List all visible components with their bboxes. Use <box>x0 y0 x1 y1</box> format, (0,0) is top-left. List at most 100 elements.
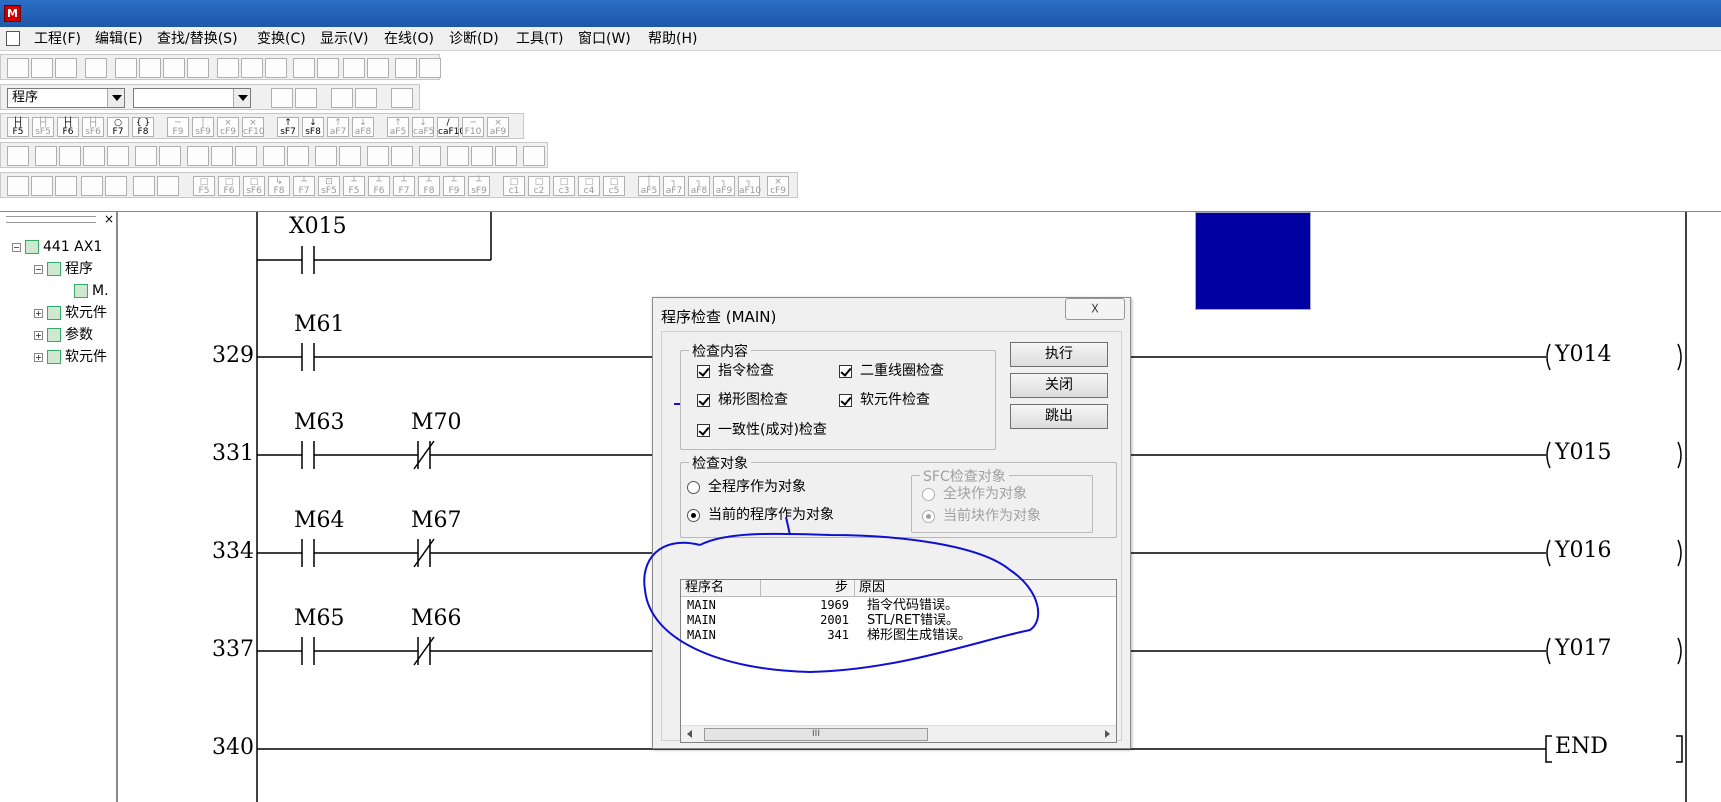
collapse-icon[interactable]: − <box>34 264 43 274</box>
close-button[interactable]: ☓ <box>1065 298 1125 320</box>
column-reason[interactable]: 原因 <box>855 580 1116 597</box>
radio-icon[interactable] <box>922 509 935 523</box>
sfc-key-c4[interactable]: □ c4 <box>578 176 600 196</box>
instruction-check-checkbox[interactable]: 指令检查 <box>697 363 774 379</box>
rising-pulse-key[interactable]: ↑ sF7 <box>277 117 299 137</box>
delete-vline-key[interactable]: × cF10 <box>242 117 265 137</box>
comment-edit-icon[interactable] <box>135 146 157 166</box>
sfc-key-cf9[interactable]: × cF9 <box>767 176 789 196</box>
sfc-error-icon[interactable] <box>55 176 77 196</box>
ladder-check-checkbox[interactable]: 梯形图检查 <box>697 392 788 408</box>
radio-icon[interactable] <box>687 508 700 522</box>
parallel-closed-key[interactable]: ├┤ sF6 <box>82 117 104 137</box>
convert-icon[interactable] <box>187 146 209 166</box>
vline-key[interactable]: │ sF9 <box>192 117 214 137</box>
expand-icon[interactable]: + <box>34 308 43 318</box>
instruction-key[interactable]: { } F8 <box>132 117 154 137</box>
menu-convert[interactable]: 变换(C) <box>257 30 306 48</box>
monitor-icon[interactable] <box>343 58 365 78</box>
find-icon[interactable] <box>217 58 239 78</box>
sfc-view-icon[interactable] <box>7 176 29 196</box>
sfc-key-8[interactable]: ┴ F6 <box>368 176 390 196</box>
alias-icon[interactable] <box>159 146 181 166</box>
sfc-step-icon[interactable] <box>81 176 103 196</box>
menu-edit[interactable]: 编辑(E) <box>95 30 143 48</box>
read-plc-icon[interactable] <box>317 58 339 78</box>
comment-icon[interactable] <box>331 88 353 108</box>
list-item[interactable]: MAIN 341 梯形图生成错误。 <box>681 628 1116 643</box>
data-type-select[interactable]: 程序 <box>7 88 125 108</box>
line-delete-key[interactable]: × aF9 <box>487 117 509 137</box>
search-icon[interactable] <box>83 146 105 166</box>
find-instruction-icon[interactable] <box>265 58 287 78</box>
paste-icon[interactable] <box>163 58 185 78</box>
sfc-key-af5[interactable]: │ aF5 <box>638 176 660 196</box>
invert-result-key[interactable]: / caF10 <box>437 117 465 137</box>
chevron-down-icon[interactable] <box>233 89 250 107</box>
collapse-icon[interactable]: − <box>12 242 21 252</box>
cursor-block[interactable] <box>1195 212 1311 310</box>
column-program[interactable]: 程序名 <box>681 580 761 597</box>
zoom-in-icon[interactable] <box>367 146 389 166</box>
delete-row-icon[interactable] <box>471 146 493 166</box>
sfc-key-af10[interactable]: ┐ aF10 <box>738 176 761 196</box>
list-item[interactable]: MAIN 2001 STL/RET错误。 <box>681 613 1116 628</box>
operation-result-fall-key[interactable]: ↓ caF5 <box>412 117 434 137</box>
insert-row-icon[interactable] <box>447 146 469 166</box>
check-result-list[interactable]: 程序名 步 原因 MAIN 1969 指令代码错误。 MAIN 2001 STL… <box>680 579 1117 743</box>
sfc-key-c2[interactable]: □ c2 <box>528 176 550 196</box>
cross-ref-icon[interactable] <box>287 146 309 166</box>
check-program-icon[interactable] <box>315 146 337 166</box>
radio-icon[interactable] <box>922 487 935 501</box>
sfc-key-c1[interactable]: □ c1 <box>503 176 525 196</box>
menu-tools[interactable]: 工具(T) <box>516 30 563 48</box>
sfc-key-3[interactable]: □ sF6 <box>243 176 265 196</box>
consistency-check-checkbox[interactable]: 一致性(成对)检查 <box>697 422 827 438</box>
sfc-key-9[interactable]: ┴ F7 <box>393 176 415 196</box>
scroll-right-icon[interactable] <box>1105 730 1110 738</box>
ladder-view-icon[interactable] <box>271 88 293 108</box>
horizontal-scrollbar[interactable]: III <box>681 725 1116 742</box>
scroll-thumb[interactable]: III <box>704 728 928 741</box>
scroll-left-icon[interactable] <box>687 730 692 738</box>
expand-icon[interactable]: + <box>34 352 43 362</box>
list-view-icon[interactable] <box>295 88 317 108</box>
cut-icon[interactable] <box>115 58 137 78</box>
menu-find-replace[interactable]: 查找/替换(S) <box>157 30 238 48</box>
tree-node-device-memory[interactable]: + 软元件 <box>34 348 107 366</box>
menu-window[interactable]: 窗口(W) <box>578 30 631 48</box>
line-write-key[interactable]: ─ F10 <box>462 117 484 137</box>
ladder-edit-icon[interactable] <box>35 146 57 166</box>
sfc-block-icon[interactable] <box>31 176 53 196</box>
sfc-key-4[interactable]: ↳ F8 <box>268 176 290 196</box>
sfc-key-6[interactable]: ⊡ sF5 <box>318 176 340 196</box>
column-step[interactable]: 步 <box>761 580 855 597</box>
all-programs-radio[interactable]: 全程序作为对象 <box>687 479 806 495</box>
sampling-trace-icon[interactable] <box>523 146 545 166</box>
sfc-key-7[interactable]: ┴ F5 <box>343 176 365 196</box>
sfc-move-icon[interactable] <box>157 176 179 196</box>
parallel-open-key[interactable]: ├┤ sF5 <box>32 117 54 137</box>
menu-project[interactable]: 工程(F) <box>34 30 81 48</box>
copy-icon[interactable] <box>139 58 161 78</box>
new-file-icon[interactable] <box>7 58 29 78</box>
document-icon[interactable] <box>6 31 20 46</box>
current-program-radio[interactable]: 当前的程序作为对象 <box>687 507 834 523</box>
close-dialog-button[interactable]: 关闭 <box>1010 373 1108 398</box>
sfc-key-af7[interactable]: ┐ aF7 <box>663 176 685 196</box>
sfc-transition-icon[interactable] <box>105 176 127 196</box>
sfc-key-10[interactable]: ┴ F8 <box>418 176 440 196</box>
jump-button[interactable]: 跳出 <box>1010 404 1108 429</box>
statement-icon[interactable] <box>355 88 377 108</box>
delete-hline-key[interactable]: × cF9 <box>217 117 239 137</box>
note-icon[interactable] <box>391 88 413 108</box>
close-icon[interactable]: × <box>104 212 114 226</box>
device-batch-icon[interactable] <box>395 58 417 78</box>
find-device-icon[interactable] <box>241 58 263 78</box>
operation-result-rise-key[interactable]: ↑ aF5 <box>387 117 409 137</box>
insert-column-icon[interactable] <box>495 146 517 166</box>
all-blocks-radio[interactable]: 全块作为对象 <box>922 486 1027 502</box>
panel-grip[interactable] <box>6 216 96 223</box>
sfc-key-5[interactable]: ┴ F7 <box>293 176 315 196</box>
sfc-key-c3[interactable]: □ c3 <box>553 176 575 196</box>
